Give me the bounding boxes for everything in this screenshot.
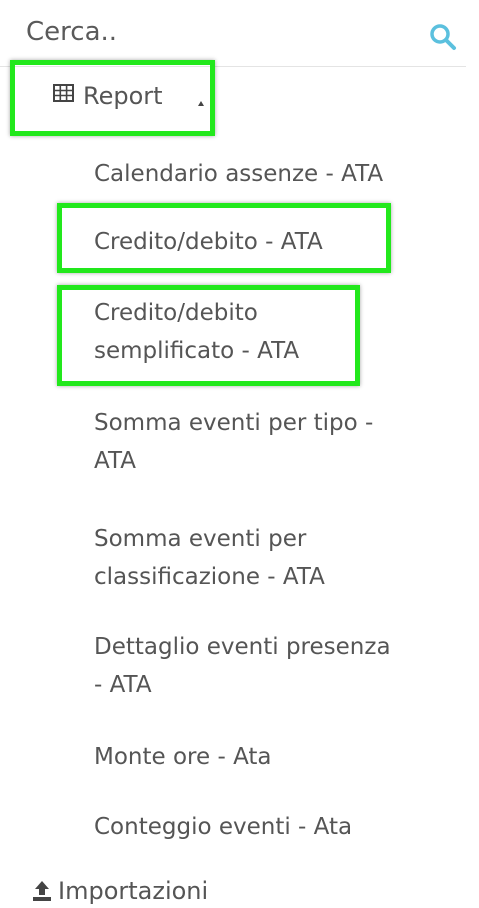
- menu-item-label: Conteggio eventi - Ata: [94, 814, 353, 840]
- menu-item-conteggio-eventi[interactable]: Conteggio eventi - Ata: [94, 808, 352, 846]
- search-icon[interactable]: [428, 22, 458, 52]
- menu-item-label: Credito/debito: [94, 300, 258, 326]
- search-bar: [0, 0, 466, 67]
- menu-item-label: Somma eventi per: [94, 526, 307, 552]
- menu-item-label: - ATA: [94, 672, 152, 698]
- menu-report-label: Report: [83, 82, 163, 110]
- menu-item-somma-eventi-classificazione[interactable]: Somma eventi per classificazione - ATA: [94, 520, 325, 596]
- menu-item-monte-ore[interactable]: Monte ore - Ata: [94, 738, 272, 776]
- search-input[interactable]: [26, 10, 406, 54]
- menu-item-label: Calendario assenze - ATA: [94, 161, 384, 187]
- table-icon: [53, 84, 74, 102]
- menu-item-label: classificazione - ATA: [94, 564, 325, 590]
- menu-item-label: Somma eventi per tipo -: [94, 410, 374, 436]
- caret-up-icon: [198, 101, 204, 106]
- upload-icon: [33, 881, 51, 901]
- menu-item-dettaglio-eventi-presenza[interactable]: Dettaglio eventi presenza - ATA: [94, 628, 391, 704]
- menu-importazioni-label: Importazioni: [58, 877, 209, 905]
- menu-item-somma-eventi-tipo[interactable]: Somma eventi per tipo - ATA: [94, 404, 373, 480]
- menu-item-credito-debito[interactable]: Credito/debito - ATA: [94, 223, 323, 261]
- menu-item-credito-debito-semplificato[interactable]: Credito/debito semplificato - ATA: [94, 294, 299, 370]
- menu-item-calendario-assenze[interactable]: Calendario assenze - ATA: [94, 155, 383, 193]
- menu-item-label: ATA: [94, 448, 136, 474]
- menu-item-label: Credito/debito - ATA: [94, 229, 323, 255]
- menu-item-label: semplificato - ATA: [94, 338, 300, 364]
- menu-item-label: Dettaglio eventi presenza: [94, 634, 391, 660]
- menu-item-label: Monte ore - Ata: [94, 744, 272, 770]
- menu-report[interactable]: Report: [10, 60, 215, 136]
